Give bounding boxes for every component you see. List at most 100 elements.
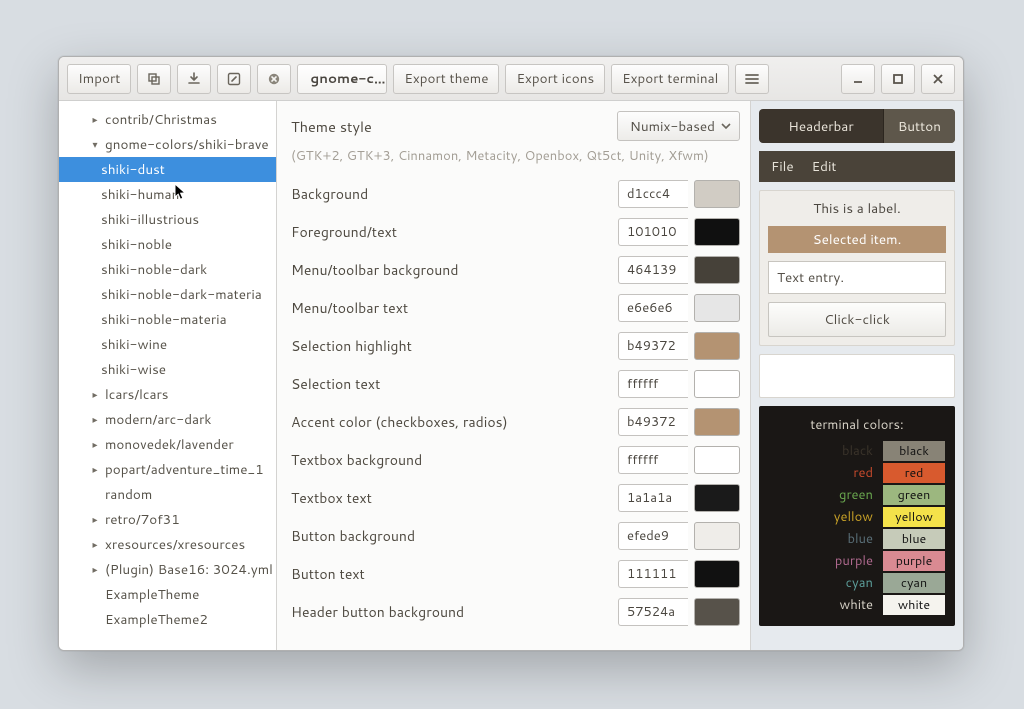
tree-item[interactable]: shiki-wise xyxy=(59,357,276,382)
tree-item-label: shiki-illustrious xyxy=(101,210,199,229)
theme-style-subtitle: (GTK+2, GTK+3, Cinnamon, Metacity, Openb… xyxy=(291,147,740,165)
tree-item[interactable]: ExampleTheme xyxy=(59,582,276,607)
terminal-color-chip: cyan xyxy=(883,573,945,593)
color-hex-input[interactable] xyxy=(618,370,688,398)
color-property-label: Textbox background xyxy=(291,450,618,470)
color-swatch-button[interactable] xyxy=(694,218,740,246)
tree-item[interactable]: ▸xresources/xresources xyxy=(59,532,276,557)
color-property-row: Background xyxy=(291,175,740,213)
preview-button[interactable]: Click-click xyxy=(768,302,946,337)
color-hex-input[interactable] xyxy=(618,484,688,512)
color-property-row: Menu/toolbar text xyxy=(291,289,740,327)
tree-item[interactable]: ▸contrib/Christmas xyxy=(59,107,276,132)
color-swatch-button[interactable] xyxy=(694,484,740,512)
tree-item[interactable]: shiki-dust xyxy=(59,157,276,182)
tree-item[interactable]: ▾gnome-colors/shiki-brave xyxy=(59,132,276,157)
tree-item-label: xresources/xresources xyxy=(105,535,245,554)
color-property-label: Accent color (checkboxes, radios) xyxy=(291,412,618,432)
tree-item-label: ExampleTheme2 xyxy=(105,610,208,629)
color-property-row: Selection highlight xyxy=(291,327,740,365)
tree-item[interactable]: random xyxy=(59,482,276,507)
color-hex-input[interactable] xyxy=(618,256,688,284)
color-swatch-button[interactable] xyxy=(694,408,740,436)
color-swatch-button[interactable] xyxy=(694,332,740,360)
color-hex-input[interactable] xyxy=(618,332,688,360)
theme-style-select[interactable]: Numix-based xyxy=(617,111,740,141)
caret-right-icon: ▸ xyxy=(89,413,101,427)
current-preset-tab[interactable]: gnome-c… xyxy=(297,64,387,94)
tree-item[interactable]: shiki-noble-dark-materia xyxy=(59,282,276,307)
tree-item[interactable]: ▸retro/7of31 xyxy=(59,507,276,532)
window-minimize-button[interactable] xyxy=(841,64,875,94)
color-property-label: Background xyxy=(291,184,618,204)
color-property-label: Header button background xyxy=(291,602,618,622)
terminal-color-name: white xyxy=(813,596,873,614)
preview-panel: Headerbar Button File Edit This is a lab… xyxy=(751,101,963,650)
edit-icon-button[interactable] xyxy=(217,64,251,94)
tree-item[interactable]: ▸(Plugin) Base16: 3024.yml xyxy=(59,557,276,582)
terminal-color-chip: blue xyxy=(883,529,945,549)
preview-text-entry[interactable]: Text entry. xyxy=(768,261,946,294)
close-circle-icon xyxy=(267,72,281,86)
window-close-button[interactable] xyxy=(921,64,955,94)
tree-item-label: lcars/lcars xyxy=(105,385,168,404)
terminal-color-row: redred xyxy=(769,462,945,484)
tree-item-label: retro/7of31 xyxy=(105,510,180,529)
export-terminal-button[interactable]: Export terminal xyxy=(611,64,729,94)
color-swatch-button[interactable] xyxy=(694,256,740,284)
color-swatch-button[interactable] xyxy=(694,560,740,588)
export-theme-button[interactable]: Export theme xyxy=(393,64,499,94)
color-hex-input[interactable] xyxy=(618,294,688,322)
color-hex-input[interactable] xyxy=(618,598,688,626)
color-swatch-button[interactable] xyxy=(694,370,740,398)
preview-menu-edit[interactable]: Edit xyxy=(812,157,837,176)
tree-item[interactable]: ▸lcars/lcars xyxy=(59,382,276,407)
delete-icon-button[interactable] xyxy=(257,64,291,94)
color-property-row: Menu/toolbar background xyxy=(291,251,740,289)
preset-tree[interactable]: ▸contrib/Christmas▾gnome-colors/shiki-br… xyxy=(59,101,277,650)
preview-headerbar-title: Headerbar xyxy=(759,109,883,143)
tree-item[interactable]: ▸monovedek/lavender xyxy=(59,432,276,457)
tree-item-label: shiki-wise xyxy=(101,360,166,379)
preview-menu-file[interactable]: File xyxy=(771,157,794,176)
color-property-label: Button text xyxy=(291,564,618,584)
tree-item[interactable]: ▸popart/adventure_time_1 xyxy=(59,457,276,482)
color-swatch-button[interactable] xyxy=(694,522,740,550)
color-swatch-button[interactable] xyxy=(694,446,740,474)
color-property-row: Header button background xyxy=(291,593,740,631)
tree-item[interactable]: shiki-noble-dark xyxy=(59,257,276,282)
color-swatch-button[interactable] xyxy=(694,598,740,626)
terminal-color-chip: black xyxy=(883,441,945,461)
theme-style-value: Numix-based xyxy=(630,117,715,136)
tree-item[interactable]: ExampleTheme2 xyxy=(59,607,276,632)
color-swatch-button[interactable] xyxy=(694,180,740,208)
export-icons-button[interactable]: Export icons xyxy=(505,64,605,94)
tree-item[interactable]: shiki-noble xyxy=(59,232,276,257)
save-icon-button[interactable] xyxy=(177,64,211,94)
tree-item[interactable]: shiki-noble-materia xyxy=(59,307,276,332)
color-hex-input[interactable] xyxy=(618,180,688,208)
tree-item[interactable]: shiki-human xyxy=(59,182,276,207)
color-hex-input[interactable] xyxy=(618,560,688,588)
window-maximize-button[interactable] xyxy=(881,64,915,94)
tree-item[interactable]: shiki-illustrious xyxy=(59,207,276,232)
chevron-down-icon xyxy=(721,121,731,131)
color-property-row: Foreground/text xyxy=(291,213,740,251)
tree-item-label: (Plugin) Base16: 3024.yml xyxy=(105,560,273,579)
preview-headerbar-button[interactable]: Button xyxy=(883,109,955,143)
color-hex-input[interactable] xyxy=(618,218,688,246)
color-hex-input[interactable] xyxy=(618,522,688,550)
color-swatch-button[interactable] xyxy=(694,294,740,322)
close-icon xyxy=(932,73,944,85)
hamburger-menu-button[interactable] xyxy=(735,64,769,94)
tree-item-label: shiki-noble-materia xyxy=(101,310,227,329)
import-button[interactable]: Import xyxy=(67,64,131,94)
tree-item[interactable]: ▸modern/arc-dark xyxy=(59,407,276,432)
preview-white-box xyxy=(759,354,955,398)
terminal-color-row: whitewhite xyxy=(769,594,945,616)
color-property-row: Selection text xyxy=(291,365,740,403)
tree-item[interactable]: shiki-wine xyxy=(59,332,276,357)
duplicate-icon-button[interactable] xyxy=(137,64,171,94)
color-hex-input[interactable] xyxy=(618,446,688,474)
color-hex-input[interactable] xyxy=(618,408,688,436)
